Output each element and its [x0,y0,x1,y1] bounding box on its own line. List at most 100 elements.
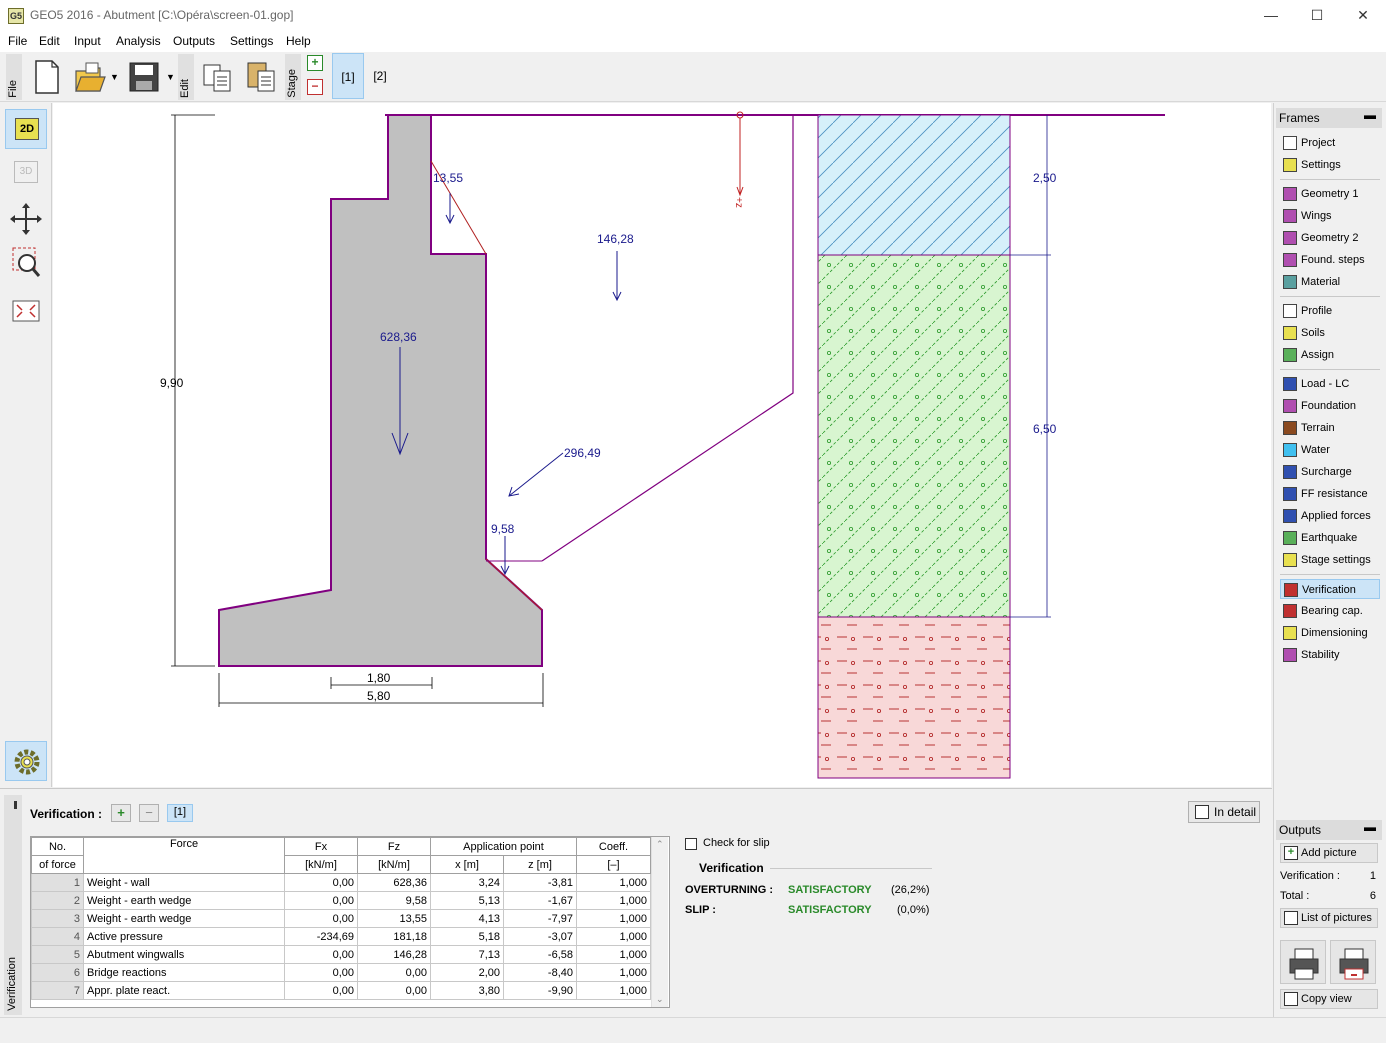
menu-outputs[interactable]: Outputs [173,34,215,48]
col-no-header[interactable]: No. [31,837,84,856]
frame-item-found-steps[interactable]: Found. steps [1280,250,1380,270]
frame-item-settings[interactable]: Settings [1280,155,1380,175]
verification-count-row: Verification : 1 [1280,870,1376,882]
menu-bar: File Edit Input Analysis Outputs Setting… [0,30,1386,52]
drawing-canvas[interactable]: 9,90 1,80 5,80 13,55 146,28 628,36 296,4… [53,103,1271,787]
frame-item-assign[interactable]: Assign [1280,345,1380,365]
frame-item-load-lc[interactable]: Load - LC [1280,374,1380,394]
frame-item-stage-settings[interactable]: Stage settings [1280,550,1380,570]
col-fx-header[interactable]: Fx [284,837,358,856]
cell-coeff: 1,000 [576,909,651,928]
frame-item-project[interactable]: Project [1280,133,1380,153]
frame-item-soils[interactable]: Soils [1280,323,1380,343]
cell-no[interactable]: 7 [31,981,84,1000]
stage-tab-1[interactable]: [1] [332,53,364,99]
menu-settings[interactable]: Settings [230,34,273,48]
save-button[interactable] [126,57,162,97]
copy-view-label: Copy view [1301,993,1352,1005]
frame-item-terrain[interactable]: Terrain [1280,418,1380,438]
cell-z: -9,90 [503,981,577,1000]
frame-item-bearing-cap[interactable]: Bearing cap. [1280,601,1380,621]
verification-tab-1[interactable]: [1] [167,804,193,822]
frame-item-material[interactable]: Material [1280,272,1380,292]
copy-view-button[interactable]: Copy view [1280,989,1378,1009]
frame-item-stability[interactable]: Stability [1280,645,1380,665]
add-picture-icon: + [1284,846,1298,860]
frame-item-wings[interactable]: Wings [1280,206,1380,226]
add-stage-button[interactable]: + [307,55,323,71]
menu-file[interactable]: File [8,34,27,48]
copy-data-button[interactable] [200,57,236,97]
outputs-minimize-button[interactable]: ▬ [1364,820,1376,834]
col-fz-header[interactable]: Fz [357,837,431,856]
cell-no[interactable]: 3 [31,909,84,928]
cell-no[interactable]: 1 [31,873,84,892]
table-row[interactable]: 3 Weight - earth wedge 0,00 13,55 4,13 -7,97 1… [31,909,651,928]
paste-data-button[interactable] [244,57,280,97]
save-dropdown-chevron-icon[interactable]: ▼ [166,72,175,82]
table-scrollbar[interactable]: ⌃ ⌄ [651,837,668,1007]
col-fx-unit: [kN/m] [284,855,358,874]
soil-layer-3 [817,616,1011,779]
col-x-header: x [m] [430,855,504,874]
frame-item-surcharge[interactable]: Surcharge [1280,462,1380,482]
table-row[interactable]: 4 Active pressure -234,69 181,18 5,18 -3,07 1,… [31,927,651,946]
panel-pin-icon[interactable] [14,801,17,809]
table-row[interactable]: 7 Appr. plate react. 0,00 0,00 3,80 -9,90 1,00… [31,981,651,1000]
frame-item-dimensioning[interactable]: Dimensioning [1280,623,1380,643]
remove-verification-button[interactable]: − [139,804,159,822]
add-verification-button[interactable]: + [111,804,131,822]
check-for-slip-checkbox[interactable] [685,838,697,850]
list-of-pictures-button[interactable]: List of pictures [1280,908,1378,928]
table-row[interactable]: 5 Abutment wingwalls 0,00 146,28 7,13 -6,58 1,… [31,945,651,964]
zoom-button[interactable] [5,243,47,283]
frame-item-applied-forces[interactable]: Applied forces [1280,506,1380,526]
table-row[interactable]: 6 Bridge reactions 0,00 0,00 2,00 -8,40 1,000 [31,963,651,982]
frame-item-ff-resistance[interactable]: FF resistance [1280,484,1380,504]
settings-gear-button[interactable] [5,741,47,781]
print-button[interactable] [1280,940,1326,984]
col-coeff-header[interactable]: Coeff. [576,837,651,856]
frame-item-water[interactable]: Water [1280,440,1380,460]
frame-item-verification[interactable]: Verification [1280,579,1380,599]
open-file-button[interactable] [72,57,108,97]
frame-item-profile[interactable]: Profile [1280,301,1380,321]
scroll-up-icon[interactable]: ⌃ [656,839,664,850]
overturning-status: SATISFACTORY [788,884,872,896]
frame-item-geometry-1[interactable]: Geometry 1 [1280,184,1380,204]
view-2d-button[interactable]: 2D [5,109,47,149]
menu-analysis[interactable]: Analysis [116,34,161,48]
new-file-button[interactable] [28,57,64,97]
wall-body [218,114,543,667]
scroll-down-icon[interactable]: ⌄ [656,994,664,1005]
menu-help[interactable]: Help [286,34,311,48]
remove-stage-button[interactable]: − [307,79,323,95]
table-row[interactable]: 2 Weight - earth wedge 0,00 9,58 5,13 -1,67 1,… [31,891,651,910]
menu-edit[interactable]: Edit [39,34,60,48]
print-export-button[interactable] [1330,940,1376,984]
cell-no[interactable]: 5 [31,945,84,964]
cell-no[interactable]: 6 [31,963,84,982]
add-picture-button[interactable]: + Add picture [1280,843,1378,863]
pan-button[interactable] [5,199,47,239]
in-detail-button[interactable]: In detail [1188,801,1260,823]
frame-item-geometry-2[interactable]: Geometry 2 [1280,228,1380,248]
frames-minimize-button[interactable]: ▬ [1364,108,1376,122]
frame-item-foundation[interactable]: Foundation [1280,396,1380,416]
menu-input[interactable]: Input [74,34,101,48]
cell-no[interactable]: 2 [31,891,84,910]
col-application-point-header[interactable]: Application point [430,837,577,856]
open-dropdown-chevron-icon[interactable]: ▼ [110,72,119,82]
stage-tab-2[interactable]: [2] [364,53,396,99]
table-row[interactable]: 1 Weight - wall 0,00 628,36 3,24 -3,81 1,000 [31,873,651,892]
cell-no[interactable]: 4 [31,927,84,946]
maximize-button[interactable]: ☐ [1294,0,1340,30]
verification-side-tab[interactable]: Verification [4,795,22,1015]
fit-view-button[interactable] [5,291,47,331]
force-label-146-28: 146,28 [597,232,634,246]
col-force-header[interactable]: Force [83,837,285,874]
frame-item-earthquake[interactable]: Earthquake [1280,528,1380,548]
minimize-button[interactable]: — [1248,0,1294,30]
close-button[interactable]: ✕ [1340,0,1386,30]
view-3d-button[interactable]: 3D [5,153,47,193]
